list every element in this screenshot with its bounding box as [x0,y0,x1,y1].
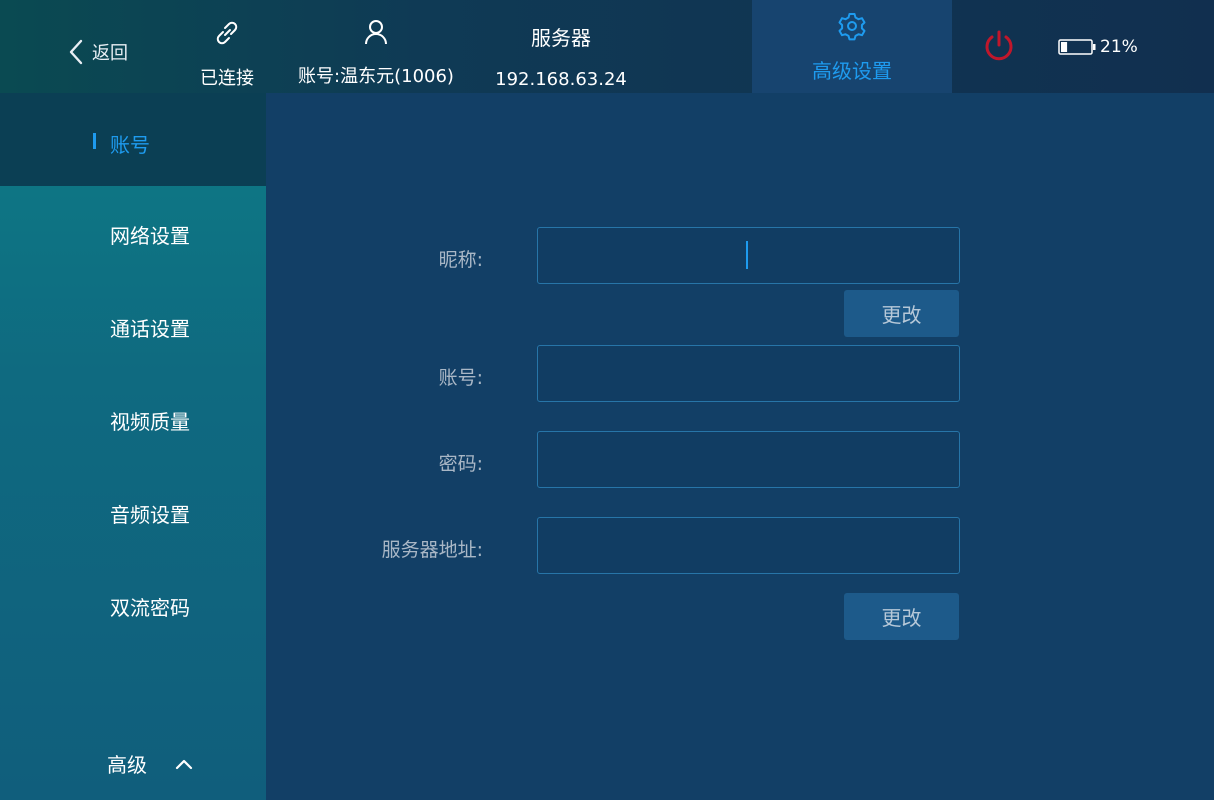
change-nickname-button[interactable]: 更改 [844,290,959,337]
back-button[interactable]: 返回 [66,36,128,68]
password-label: 密码: [438,453,483,475]
chevron-up-icon [175,759,193,769]
tab-advanced-settings[interactable]: 高级设置 [752,0,952,93]
gear-icon [838,13,866,41]
connection-status: 已连接 [196,18,258,90]
password-field[interactable] [537,431,960,488]
link-icon [216,21,238,45]
server-address-field[interactable] [537,517,960,574]
back-label: 返回 [92,43,128,64]
power-icon[interactable] [982,28,1016,64]
sidebar-item-label: 账号 [110,133,150,157]
user-icon [365,20,387,45]
sidebar-advanced-toggle[interactable]: 高级 [107,749,193,778]
sidebar-item-video[interactable]: 视频质量 [110,406,190,435]
nickname-field[interactable] [537,227,960,284]
connection-status-label: 已连接 [200,68,254,89]
top-bar: 返回 已连接 账号:温东元(1006) 服务器 192.168.63.24 高级… [0,0,1214,93]
server-ip: 192.168.63.24 [495,69,627,90]
sidebar-item-dual-stream[interactable]: 双流密码 [110,592,190,621]
sidebar-item-network[interactable]: 网络设置 [110,220,190,249]
account-label: 账号:温东元(1006) [298,66,454,87]
nickname-label: 昵称: [438,249,483,271]
account-field[interactable] [537,345,960,402]
account-field-label: 账号: [438,367,483,389]
account-info: 账号:温东元(1006) [292,18,460,88]
battery-level: 21% [1100,37,1138,57]
server-title: 服务器 [531,26,591,50]
sidebar-advanced-label: 高级 [107,753,147,777]
text-caret [746,241,748,269]
sidebar: 账号 网络设置 通话设置 视频质量 音频设置 双流密码 高级 [0,93,266,800]
change-account-button[interactable]: 更改 [844,593,959,640]
chevron-left-icon [69,39,83,65]
battery-indicator: 21% [1058,37,1138,57]
advanced-settings-label: 高级设置 [812,59,892,83]
sidebar-item-account[interactable]: 账号 [0,93,266,186]
battery-icon [1058,39,1096,55]
server-address-label: 服务器地址: [381,539,483,561]
sidebar-item-audio[interactable]: 音频设置 [110,499,190,528]
sidebar-item-call[interactable]: 通话设置 [110,313,190,342]
server-info: 服务器 192.168.63.24 [486,22,636,90]
active-indicator [93,133,96,149]
